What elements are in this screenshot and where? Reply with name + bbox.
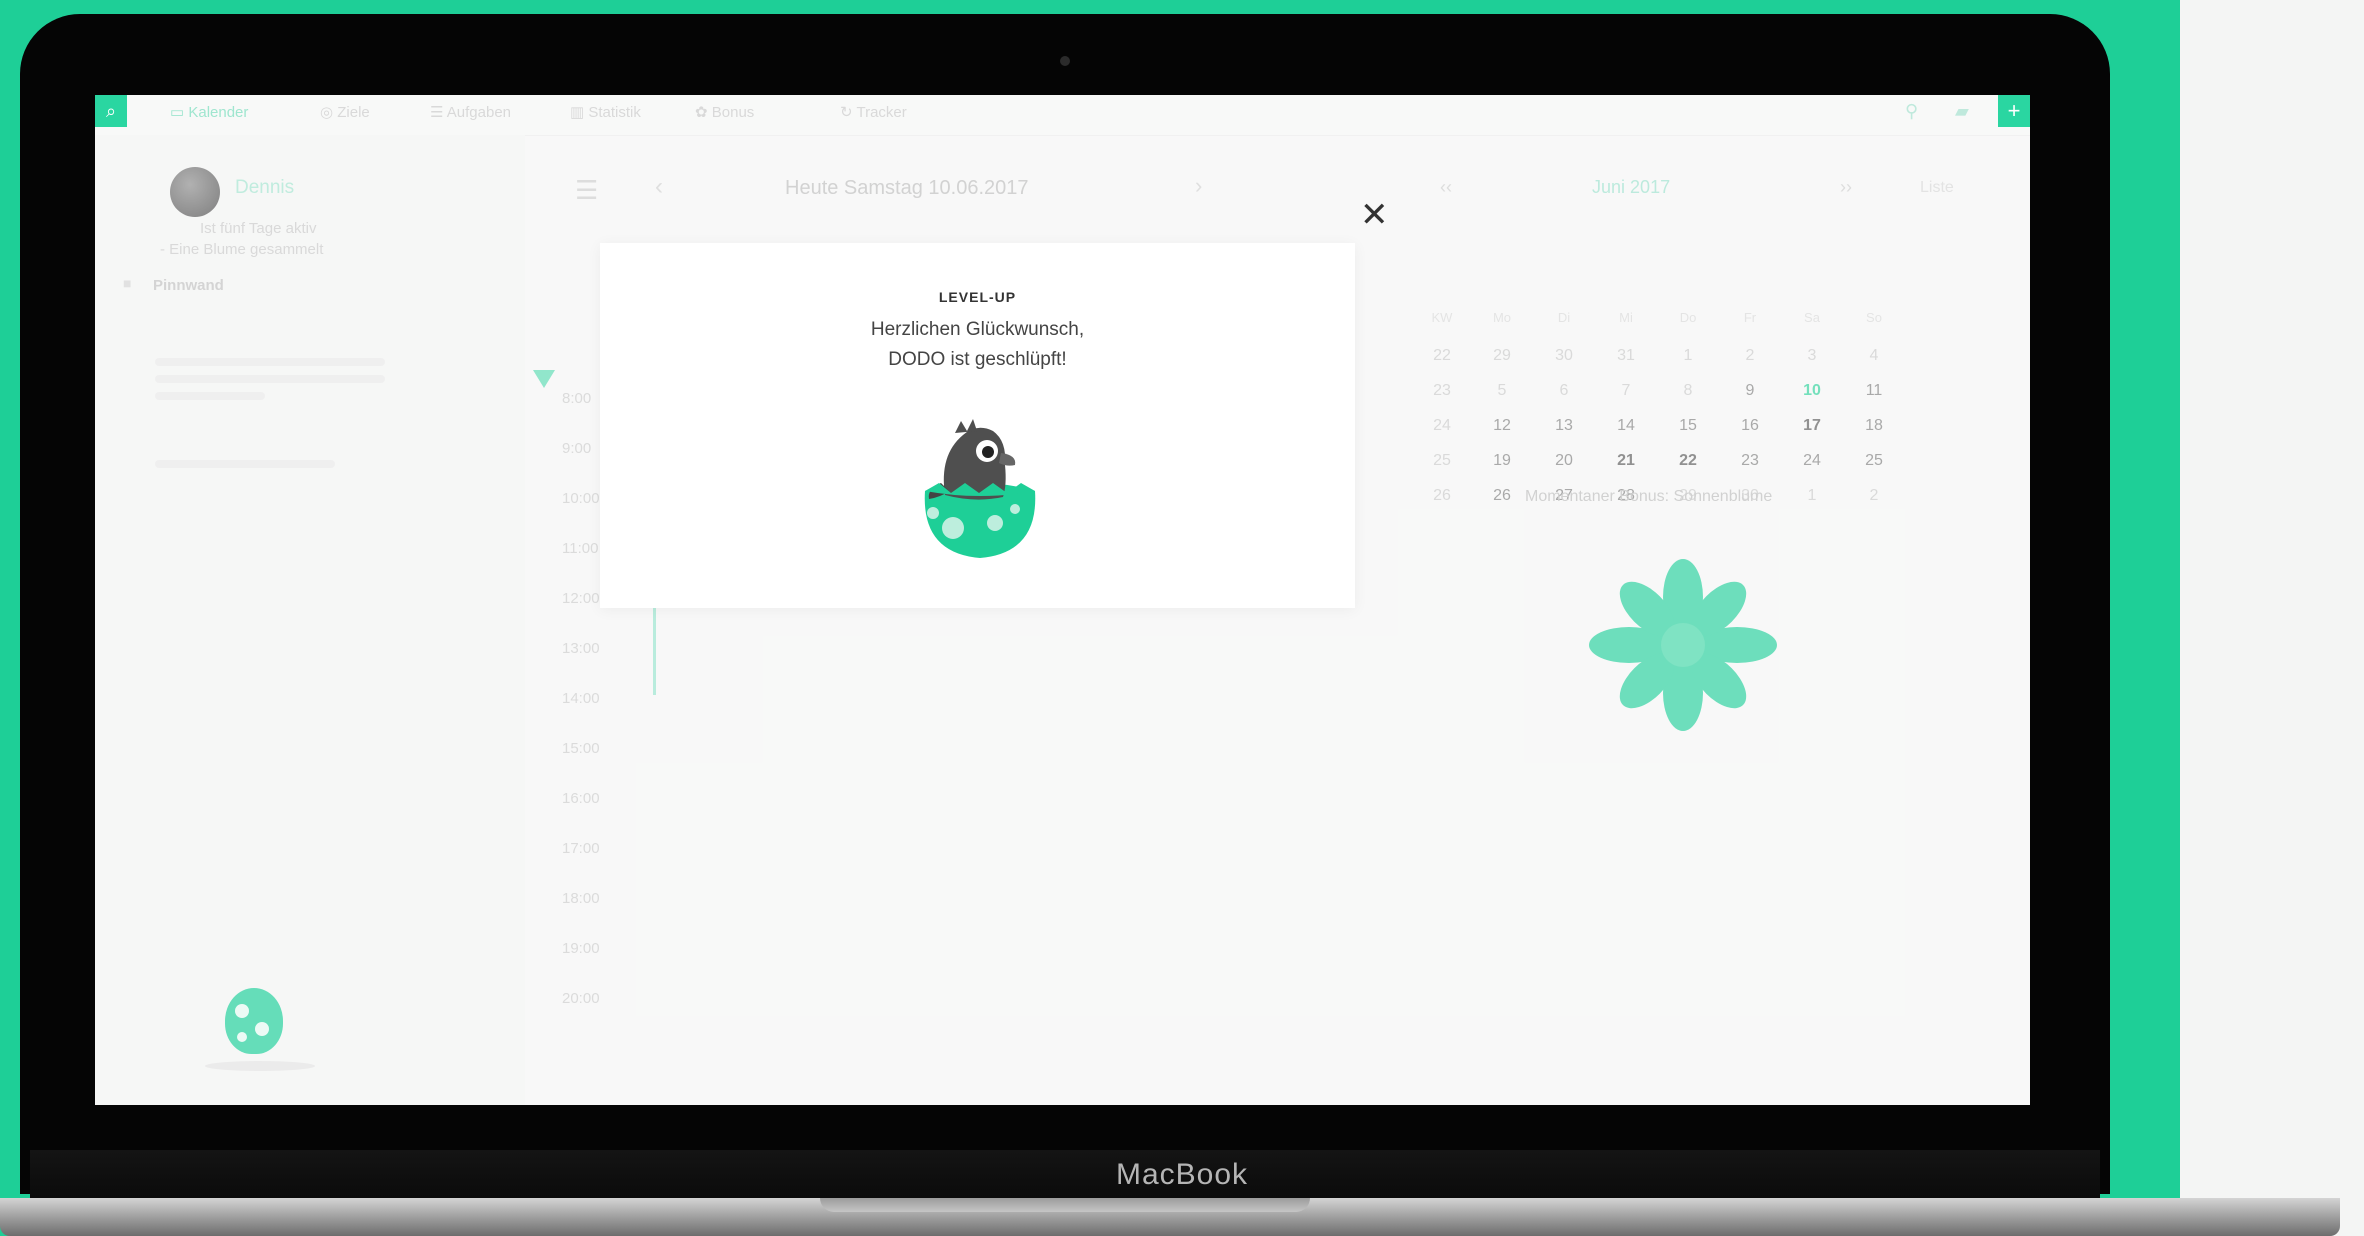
top-navigation: ⌕ ▭ Kalender ◎ Ziele ☰ Aufgaben ▥ Statis… — [95, 95, 2030, 136]
tab-label: Aufgaben — [446, 104, 512, 121]
app-logo-icon[interactable]: ⌕ — [95, 95, 127, 127]
tab-label: Kalender — [188, 104, 249, 121]
tab-label: Statistik — [588, 104, 641, 121]
modal-message: DODO ist geschlüpft! — [888, 349, 1067, 370]
tab-label: Bonus — [711, 104, 755, 121]
tab-aufgaben[interactable]: ☰ Aufgaben — [430, 103, 511, 121]
tab-label: Ziele — [337, 104, 370, 121]
tab-tracker[interactable]: ↻ Tracker — [840, 103, 907, 121]
search-icon[interactable]: ⚲ — [1905, 101, 1918, 122]
dodo-mascot-icon — [924, 419, 1036, 558]
modal-message: Herzlichen Glückwunsch, — [870, 319, 1085, 340]
app-screen: ⌕ ▭ Kalender ◎ Ziele ☰ Aufgaben ▥ Statis… — [95, 95, 2030, 1105]
right-background-panel — [2180, 0, 2364, 1236]
camera-icon — [1060, 56, 1070, 66]
modal-title: LEVEL-UP — [938, 289, 1017, 305]
tab-label: Tracker — [856, 104, 907, 121]
tab-bonus[interactable]: ✿ Bonus — [695, 103, 754, 121]
laptop-notch — [820, 1198, 1310, 1212]
add-button[interactable]: + — [1998, 95, 2030, 127]
laptop-brand-label: MacBook — [1115, 1158, 1249, 1191]
close-icon[interactable]: ✕ — [1360, 198, 1389, 232]
tab-ziele[interactable]: ◎ Ziele — [320, 103, 370, 121]
notification-icon[interactable]: ▰ — [1955, 101, 1969, 122]
tab-statistik[interactable]: ▥ Statistik — [570, 103, 641, 121]
level-up-modal: LEVEL-UP Herzlichen Glückwunsch, DODO is… — [600, 243, 1355, 608]
tab-kalender[interactable]: ▭ Kalender — [170, 103, 248, 121]
